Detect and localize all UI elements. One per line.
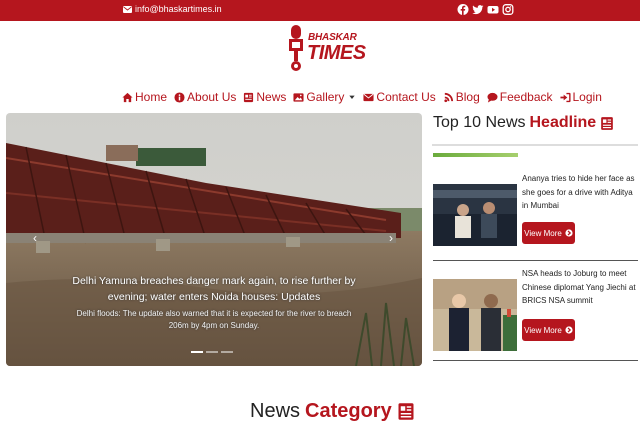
slider-indicators — [191, 351, 233, 353]
nav-home-label: Home — [135, 90, 168, 104]
section-title-highlight: Category — [305, 400, 392, 422]
envelope-icon — [363, 93, 374, 101]
comment-icon — [487, 92, 498, 103]
newspaper-icon — [601, 116, 614, 130]
twitter-icon[interactable] — [472, 3, 484, 16]
view-more-label: View More — [524, 228, 562, 238]
arrow-circle-right-icon — [565, 326, 573, 334]
nav-about-label: About Us — [187, 90, 237, 104]
sidebar-news-item[interactable]: Ananya tries to hide her face as she goe… — [433, 172, 638, 261]
nav-blog-label: Blog — [455, 90, 480, 104]
nav-contact[interactable]: Contact Us — [363, 90, 436, 104]
news-category-heading: News Category — [250, 400, 415, 423]
nav-blog[interactable]: Blog — [443, 90, 480, 104]
login-icon — [559, 92, 571, 102]
microphone-logo-icon — [289, 25, 303, 71]
nav-login[interactable]: Login — [559, 90, 602, 104]
image-icon — [293, 92, 304, 102]
newspaper-icon — [398, 403, 414, 420]
nav-gallery-label: Gallery — [306, 90, 345, 104]
nav-contact-label: Contact Us — [376, 90, 436, 104]
facebook-icon[interactable] — [457, 3, 469, 16]
envelope-icon — [123, 5, 132, 13]
nav-news[interactable]: News — [243, 90, 286, 104]
main-navigation: Home About Us News Gallery Contact Us Bl… — [122, 88, 609, 106]
slider-next-icon[interactable]: › — [389, 231, 393, 245]
nav-login-label: Login — [572, 90, 602, 104]
nav-about[interactable]: About Us — [174, 90, 236, 104]
slider-summary: Delhi floods: The update also warned tha… — [76, 309, 352, 330]
slider-dot[interactable] — [191, 351, 203, 353]
newspaper-icon — [244, 92, 254, 102]
site-logo[interactable]: BHASKAR TIMES — [289, 25, 366, 75]
social-links — [457, 3, 514, 16]
contact-email-text: info@bhaskartimes.in — [135, 4, 222, 14]
sidebar-divider — [432, 144, 638, 146]
home-icon — [122, 92, 133, 102]
caret-down-icon — [349, 95, 356, 99]
nav-feedback[interactable]: Feedback — [487, 90, 553, 104]
sidebar-title-highlight: Headline — [529, 114, 597, 131]
section-title-plain: News — [250, 400, 301, 422]
slider-dot[interactable] — [206, 351, 218, 353]
slider-prev-icon[interactable]: ‹ — [33, 231, 37, 245]
news-item-title[interactable]: NSA heads to Joburg to meet Chinese dipl… — [522, 267, 638, 308]
slider-headline[interactable]: Delhi Yamuna breaches danger mark again,… — [56, 273, 372, 305]
nav-feedback-label: Feedback — [499, 90, 553, 104]
sidebar-title: Top 10 News Headline — [433, 114, 614, 132]
logo-line-2: TIMES — [307, 42, 366, 64]
sidebar-title-plain: Top 10 News — [433, 114, 526, 131]
sidebar-partial-thumbnail — [433, 153, 518, 157]
news-item-title[interactable]: Ananya tries to hide her face as she goe… — [522, 172, 638, 213]
slider-dot[interactable] — [221, 351, 233, 353]
sidebar-news-item[interactable]: NSA heads to Joburg to meet Chinese dipl… — [433, 267, 638, 361]
headline-slider[interactable]: ‹ › Delhi Yamuna breaches danger mark ag… — [6, 113, 422, 366]
instagram-icon[interactable] — [502, 3, 514, 16]
nav-news-label: News — [256, 90, 287, 104]
blog-icon — [444, 92, 453, 102]
news-thumbnail-image[interactable] — [433, 279, 517, 351]
youtube-icon[interactable] — [487, 3, 499, 16]
view-more-label: View More — [524, 325, 562, 335]
top-bar: info@bhaskartimes.in — [0, 0, 640, 21]
info-icon — [174, 91, 185, 103]
contact-email[interactable]: info@bhaskartimes.in — [123, 4, 222, 14]
news-thumbnail-image[interactable] — [433, 184, 517, 246]
view-more-button[interactable]: View More — [522, 319, 575, 341]
arrow-circle-right-icon — [565, 229, 573, 237]
nav-home[interactable]: Home — [122, 90, 167, 104]
nav-gallery[interactable]: Gallery — [293, 90, 356, 104]
view-more-button[interactable]: View More — [522, 222, 575, 244]
